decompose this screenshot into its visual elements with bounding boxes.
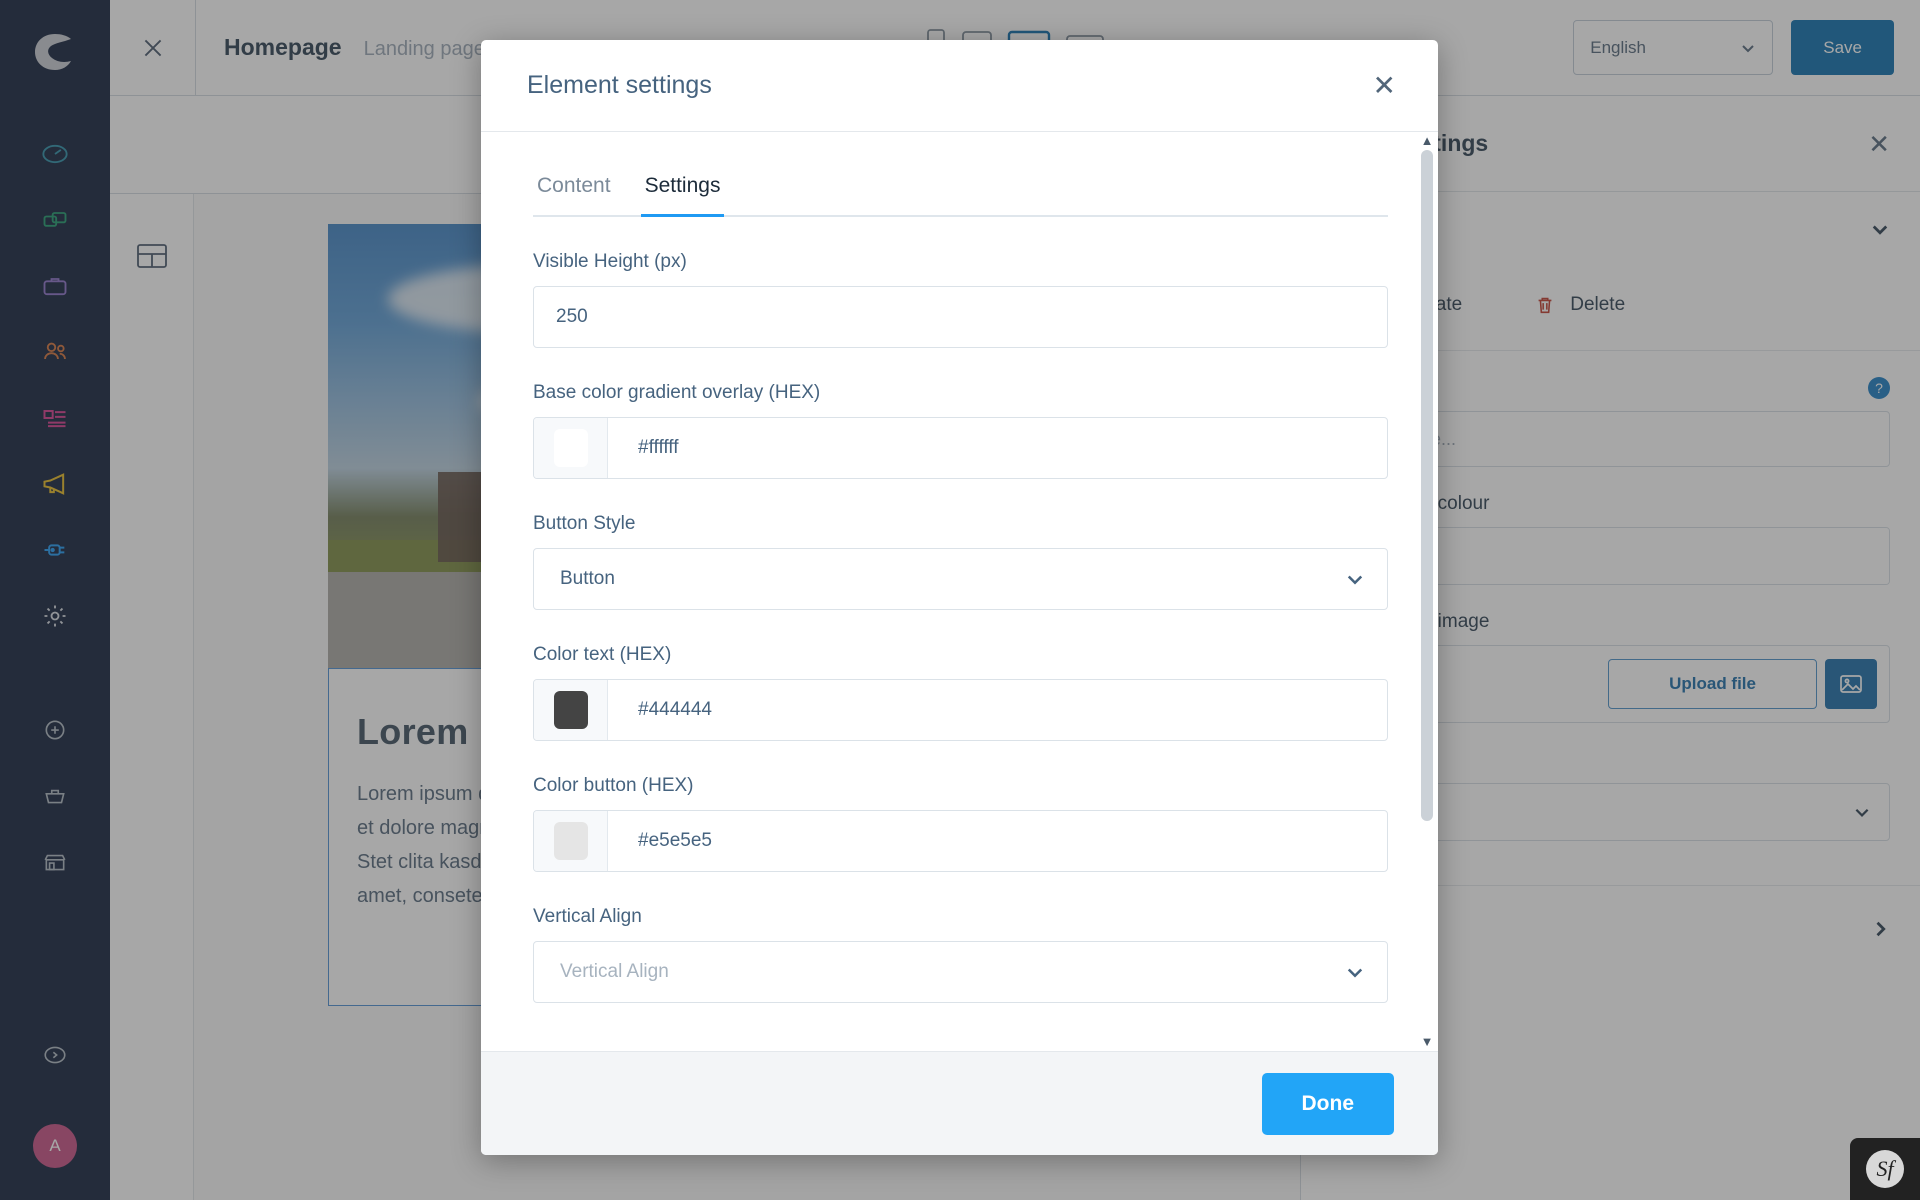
modal-footer: Done xyxy=(481,1051,1438,1155)
button-style-label: Button Style xyxy=(533,513,636,534)
vertical-align-label: Vertical Align xyxy=(533,906,642,927)
modal-tabs: Content Settings xyxy=(533,132,1388,217)
color-text-value[interactable]: #444444 xyxy=(608,680,1387,740)
chevron-down-icon xyxy=(1347,968,1363,978)
modal-body: Content Settings Visible Height (px) 250… xyxy=(481,132,1438,1043)
field-base-gradient-overlay: Base color gradient overlay (HEX) #fffff… xyxy=(533,382,1388,479)
color-button-swatch-cell[interactable] xyxy=(534,811,608,871)
base-gradient-swatch[interactable] xyxy=(553,429,588,467)
symfony-debug-toolbar[interactable]: Sf xyxy=(1850,1138,1920,1200)
modal-header: Element settings ✕ xyxy=(481,40,1438,132)
field-color-button: Color button (HEX) #e5e5e5 xyxy=(533,775,1388,872)
color-button-label: Color button (HEX) xyxy=(533,775,694,796)
visible-height-label: Visible Height (px) xyxy=(533,251,687,272)
scroll-down-icon[interactable]: ▼ xyxy=(1421,1033,1434,1051)
done-button[interactable]: Done xyxy=(1261,1072,1394,1135)
color-text-swatch-cell[interactable] xyxy=(534,680,608,740)
button-style-value: Button xyxy=(560,568,615,589)
tab-settings[interactable]: Settings xyxy=(640,174,725,217)
modal-scrollbar[interactable]: ▲ ▼ xyxy=(1416,132,1438,1051)
base-gradient-color-field[interactable]: #ffffff xyxy=(533,417,1388,479)
scrollbar-thumb[interactable] xyxy=(1421,150,1433,822)
scrollbar-track[interactable] xyxy=(1421,150,1433,1033)
color-text-field[interactable]: #444444 xyxy=(533,679,1388,741)
color-text-label: Color text (HEX) xyxy=(533,644,672,665)
base-gradient-value[interactable]: #ffffff xyxy=(608,418,1387,478)
scroll-up-icon[interactable]: ▲ xyxy=(1421,132,1434,150)
modal-close-icon[interactable]: ✕ xyxy=(1373,71,1396,100)
field-color-text: Color text (HEX) #444444 xyxy=(533,644,1388,741)
symfony-logo[interactable]: Sf xyxy=(1866,1150,1904,1188)
color-button-swatch[interactable] xyxy=(553,822,588,860)
vertical-align-select[interactable]: Vertical Align xyxy=(533,941,1388,1003)
color-button-field[interactable]: #e5e5e5 xyxy=(533,810,1388,872)
tab-content[interactable]: Content xyxy=(533,174,615,217)
base-gradient-label: Base color gradient overlay (HEX) xyxy=(533,382,821,403)
button-style-select[interactable]: Button xyxy=(533,548,1388,610)
element-settings-modal: Element settings ✕ Content Settings Visi… xyxy=(481,40,1438,1155)
field-button-style: Button Style Button xyxy=(533,513,1388,610)
color-button-value[interactable]: #e5e5e5 xyxy=(608,811,1387,871)
color-text-swatch[interactable] xyxy=(553,691,588,729)
vertical-align-value: Vertical Align xyxy=(560,961,669,982)
modal-scroll-region: Content Settings Visible Height (px) 250… xyxy=(481,132,1438,1051)
modal-title: Element settings xyxy=(527,71,712,99)
field-visible-height: Visible Height (px) 250 xyxy=(533,251,1388,348)
field-vertical-align: Vertical Align Vertical Align xyxy=(533,906,1388,1003)
chevron-down-icon xyxy=(1347,575,1363,585)
visible-height-input[interactable]: 250 xyxy=(533,286,1388,348)
base-gradient-swatch-cell[interactable] xyxy=(534,418,608,478)
